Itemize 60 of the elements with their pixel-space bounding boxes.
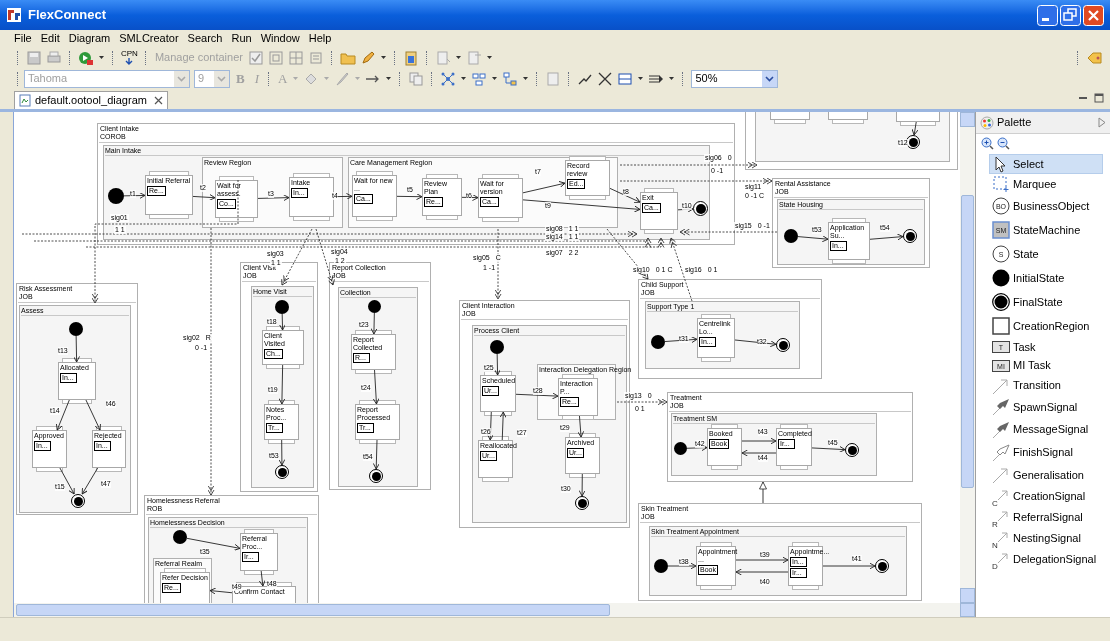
palette-item[interactable]: FinishSignal [989, 441, 1103, 464]
filled-arrow-icon [992, 420, 1010, 439]
palette-icon [980, 115, 994, 130]
palette-item[interactable]: R ReferralSignal [989, 507, 1103, 528]
diagonal-arrow-icon [992, 466, 1010, 484]
run-icon[interactable] [78, 49, 94, 66]
menu-item[interactable]: SMLCreator [119, 33, 179, 44]
palette-title: Palette [997, 115, 1033, 131]
menu-item[interactable]: Window [260, 33, 300, 44]
down-arrow-icon [125, 58, 134, 65]
close-button[interactable] [1083, 4, 1104, 26]
crossed-lines-icon[interactable] [597, 70, 614, 87]
collapse-palette-icon[interactable] [1098, 117, 1106, 128]
minimize-button[interactable] [1037, 4, 1058, 26]
marquee-icon [992, 175, 1010, 193]
palette-item[interactable]: InitialState [989, 266, 1103, 290]
filled-arrow-icon [992, 398, 1010, 416]
layout-icon[interactable] [440, 70, 457, 87]
diagram-file-icon [19, 94, 31, 107]
editor-tab[interactable]: default.ootool_diagram [14, 91, 168, 109]
menu-item[interactable]: Help [308, 33, 332, 44]
cpn-button[interactable]: CPN [121, 50, 138, 65]
restore-button[interactable] [1060, 4, 1081, 26]
zoom-out-icon[interactable] [997, 136, 1010, 150]
palette-item[interactable]: MessageSignal [989, 418, 1103, 441]
dropdown-caret-icon [765, 75, 775, 82]
filled-circle-icon [992, 269, 1010, 287]
app-logo-icon [6, 7, 22, 23]
menu-item[interactable]: Diagram [68, 33, 111, 44]
diagonal-arrow-icon [992, 376, 1010, 395]
dropdown-caret-icon [217, 75, 226, 82]
horizontal-scrollbar[interactable] [14, 603, 975, 617]
square-outline-icon [992, 317, 1010, 335]
maximize-view-icon[interactable] [1094, 93, 1104, 103]
ringed-circle-icon [992, 293, 1010, 311]
palette-item[interactable]: Transition [989, 375, 1103, 396]
palette-item[interactable]: CreationRegion [989, 314, 1103, 338]
palette-item[interactable]: Generalisation [989, 464, 1103, 486]
tag-icon[interactable] [1086, 49, 1102, 66]
close-tab-icon[interactable] [153, 96, 163, 105]
hollow-arrow-icon [992, 443, 1010, 462]
vertical-scrollbar[interactable] [960, 112, 975, 603]
menu-item[interactable]: Run [231, 33, 252, 44]
menu-item[interactable]: File [14, 33, 32, 44]
clipboard-icon[interactable] [402, 49, 419, 66]
zoom-in-icon[interactable] [981, 136, 994, 150]
palette-item[interactable]: SpawnSignal [989, 396, 1103, 418]
palette-item[interactable]: Marquee [989, 174, 1103, 194]
checkbox-icon[interactable] [247, 49, 264, 66]
menu-item[interactable]: Edit [40, 33, 60, 44]
dropdown-caret-icon [177, 75, 186, 82]
palette-item[interactable]: Select [989, 154, 1103, 174]
palette-item[interactable]: FinalState [989, 290, 1103, 314]
palette-item[interactable]: D DelegationSignal [989, 549, 1103, 570]
window-title: FlexConnect [28, 6, 106, 25]
menu-item[interactable]: Search [187, 33, 223, 44]
line-style-icon[interactable] [617, 70, 634, 87]
palette-item[interactable]: C CreationSignal [989, 486, 1103, 507]
palette-item[interactable]: N NestingSignal [989, 528, 1103, 549]
zoom-dropdown[interactable]: 50% [691, 69, 779, 88]
